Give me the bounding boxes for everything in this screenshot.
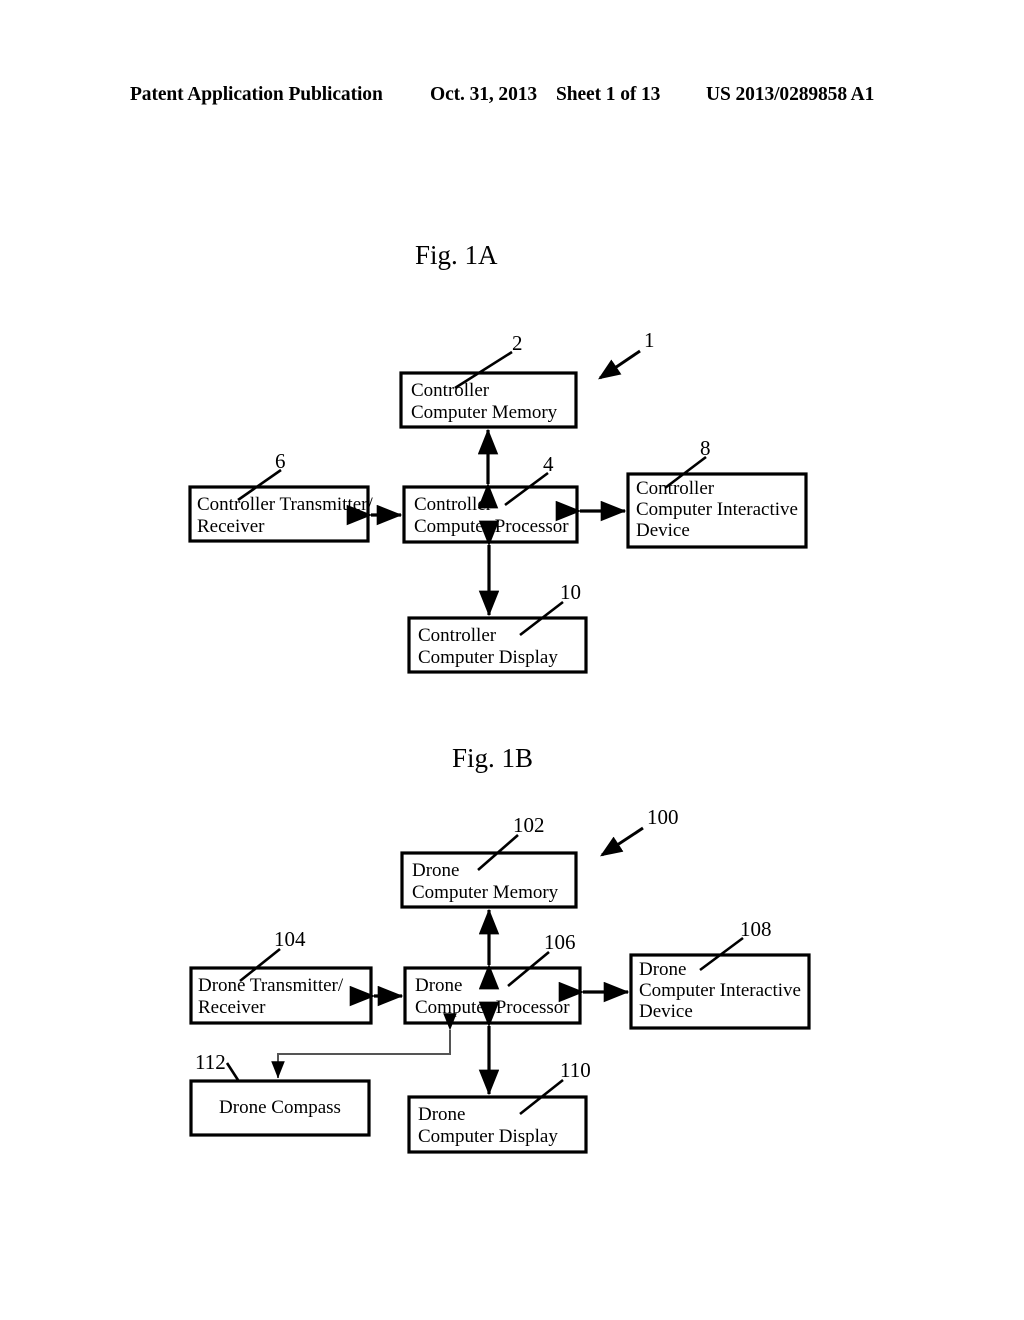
figure-1a: Fig. 1A 1 Controller Computer Memory 2 C… [188,240,808,674]
box-drone-memory-line-2: Computer Memory [412,882,559,903]
figure-1b-title: Fig. 1B [452,743,533,773]
figure-1b: Fig. 1B 100 Drone Computer Memory 102 Dr… [189,743,811,1154]
box-controller-display-line-2: Computer Display [418,647,558,668]
box-drone-interactive-line-1: Drone [639,959,686,980]
box-drone-processor-line-2: Computer Processor [415,997,570,1018]
box-drone-processor-line-1: Drone [415,975,462,996]
figure-1b-system-pointer: 100 [599,805,679,857]
box-drone-display-line-2: Computer Display [418,1126,558,1147]
box-drone-processor: Drone Computer Processor 106 [403,930,582,1025]
box-controller-transmitter-line-1: Controller Transmitter/ [197,494,373,515]
ref-number-106: 106 [544,930,576,954]
ref-number-110: 110 [560,1058,591,1082]
box-controller-memory-line-2: Computer Memory [411,402,558,423]
connector-drone-compass-processor [271,1013,457,1079]
ref-number-102: 102 [513,813,545,837]
figure-1b-system-ref: 100 [647,805,679,829]
ref-number-4: 4 [543,452,554,476]
box-drone-transmitter-line-1: Drone Transmitter/ [198,975,344,996]
box-drone-compass: Drone Compass 112 [189,1050,371,1137]
box-controller-interactive-line-2: Computer Interactive [636,499,798,520]
figure-1a-system-pointer: 1 [598,328,655,380]
box-drone-display: Drone Computer Display 110 [407,1058,591,1154]
box-controller-display-line-1: Controller [418,625,497,646]
patent-drawing-sheet: Fig. 1A 1 Controller Computer Memory 2 C… [188,240,811,1154]
box-drone-interactive-line-2: Computer Interactive [639,980,801,1001]
box-drone-memory-line-1: Drone [412,860,459,881]
ref-number-112: 112 [195,1050,226,1074]
box-drone-interactive: Drone Computer Interactive Device 108 [629,917,811,1030]
box-controller-display: Controller Computer Display 10 [407,580,588,674]
figure-1a-title: Fig. 1A [415,240,498,270]
box-controller-processor-line-1: Controller [414,494,493,515]
ref-number-8: 8 [700,436,711,460]
box-drone-transmitter-line-2: Receiver [198,997,266,1018]
box-controller-transmitter: Controller Transmitter/ Receiver 6 [188,449,373,543]
box-drone-interactive-line-3: Device [639,1001,693,1022]
box-drone-compass-line-1: Drone Compass [219,1097,341,1118]
box-drone-display-line-1: Drone [418,1104,465,1125]
box-controller-memory: Controller Computer Memory 2 [399,331,578,429]
box-drone-transmitter: Drone Transmitter/ Receiver 104 [189,927,373,1025]
box-controller-processor-line-2: Computer Processor [414,516,569,537]
ref-number-6: 6 [275,449,286,473]
box-controller-memory-line-1: Controller [411,380,490,401]
ref-number-10: 10 [560,580,581,604]
ref-number-2: 2 [512,331,523,355]
box-controller-interactive: Controller Computer Interactive Device 8 [626,436,808,549]
box-controller-processor: Controller Computer Processor 4 [402,452,579,544]
ref-number-104: 104 [274,927,306,951]
box-drone-memory: Drone Computer Memory 102 [400,813,578,909]
figure-1a-system-ref: 1 [644,328,655,352]
box-controller-interactive-line-3: Device [636,520,690,541]
box-controller-transmitter-line-2: Receiver [197,516,265,537]
ref-number-108: 108 [740,917,772,941]
